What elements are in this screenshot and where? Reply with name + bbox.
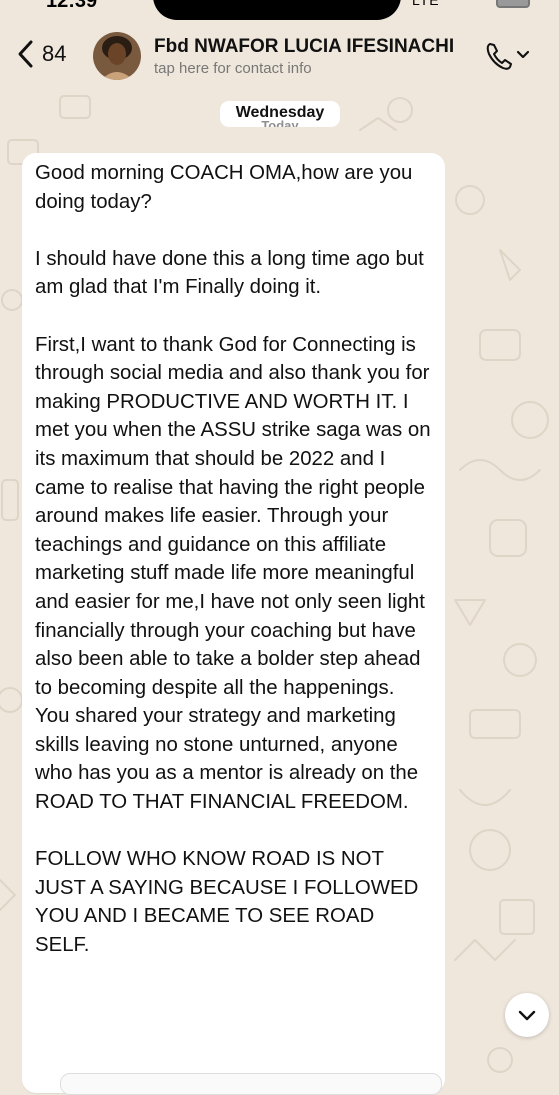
avatar-image [93,32,141,80]
unread-count: 84 [42,41,67,66]
status-time: 12:39 [46,0,98,12]
chevron-down-icon [518,1010,536,1021]
scroll-to-bottom-button[interactable] [505,993,549,1037]
message-paragraph: First,I want to thank God for Connecting… [35,333,431,814]
status-network: LTE [412,0,440,8]
message-composer[interactable] [60,1073,442,1095]
message-paragraph: FOLLOW WHO KNOW ROAD IS NOT JUST A SAYIN… [35,848,419,957]
message-paragraph: Good morning COACH OMA,how are you doing… [35,162,413,213]
status-bar: 12:39 LTE [0,0,559,22]
phone-icon [486,43,512,70]
contact-avatar[interactable] [93,32,141,80]
contact-subtitle[interactable]: tap here for contact info [154,60,312,77]
date-separator: Today Wednesday [220,101,340,127]
chat-header: 84 Fbd NWAFOR LUCIA IFESINACHI tap here … [0,22,559,90]
dynamic-island [153,0,401,20]
contact-name[interactable]: Fbd NWAFOR LUCIA IFESINACHI [154,36,454,58]
back-button[interactable]: 84 [14,36,66,72]
battery-icon [496,0,530,8]
call-button[interactable] [484,40,532,70]
chevron-left-icon [18,40,33,68]
incoming-message-bubble[interactable]: Good morning COACH OMA,how are you doing… [22,153,445,1093]
date-label: Wednesday [235,104,325,121]
chevron-down-icon [516,50,530,59]
message-paragraph: I should have done this a long time ago … [35,247,424,299]
